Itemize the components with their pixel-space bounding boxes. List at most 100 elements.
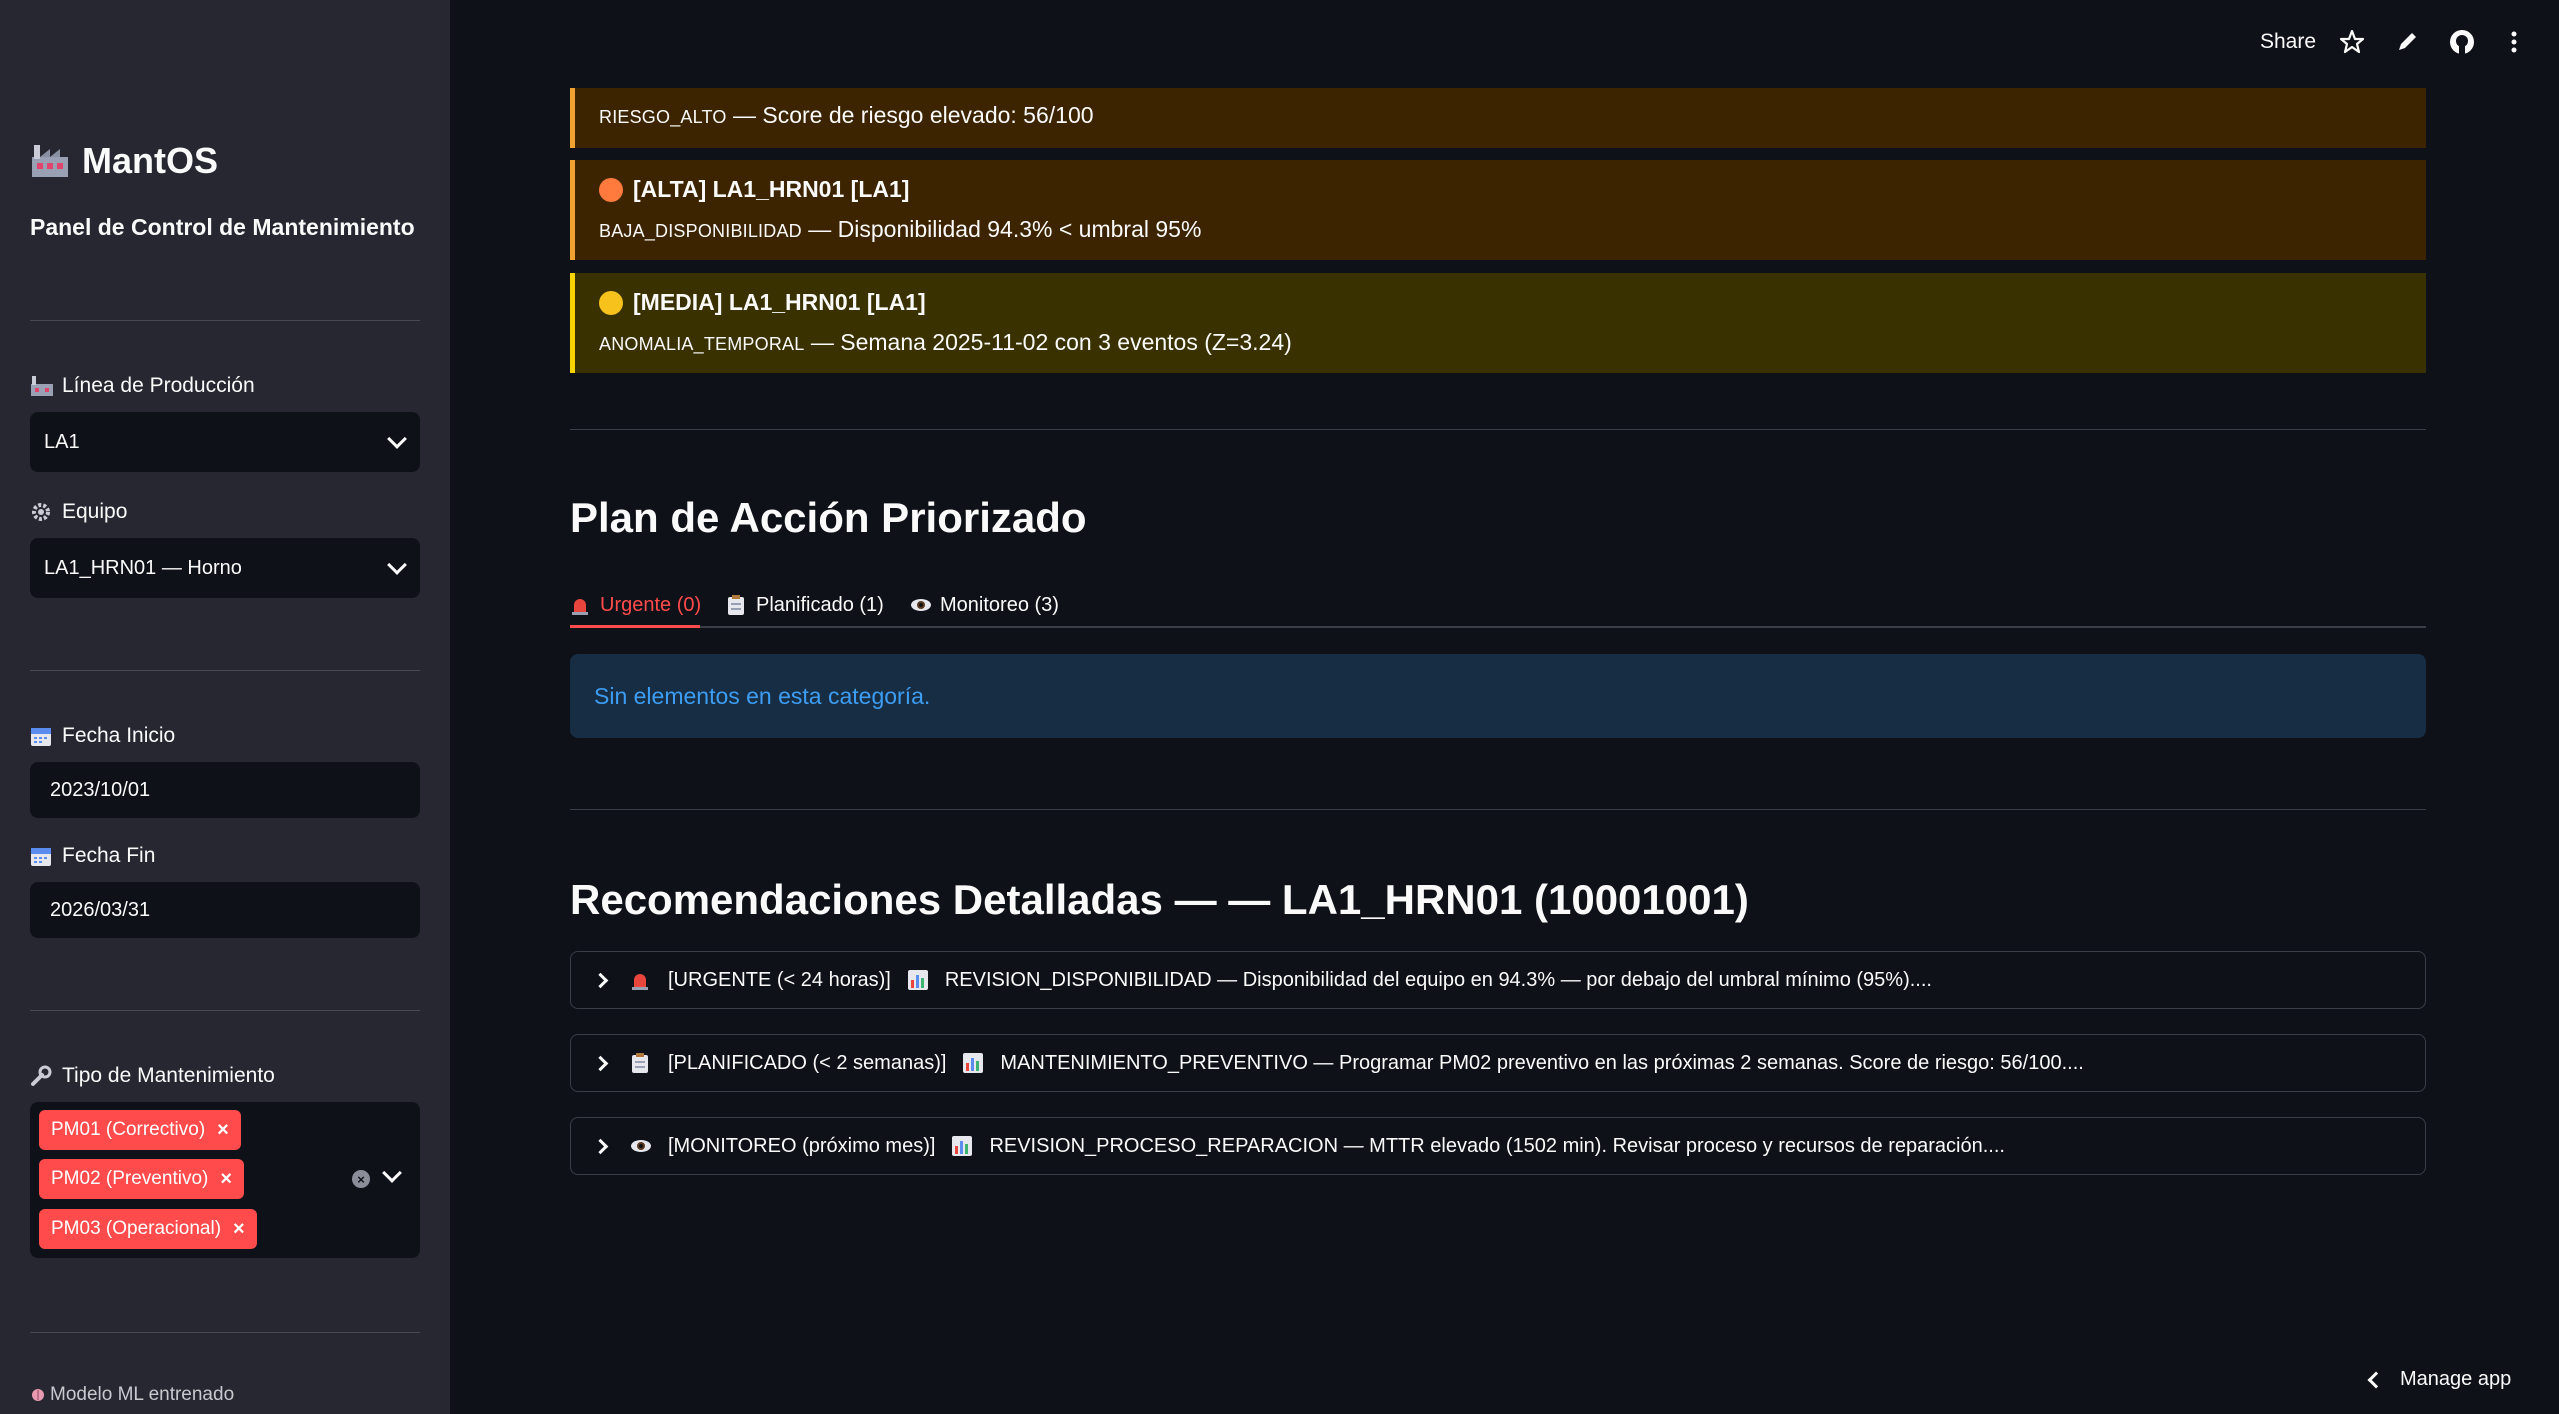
recommendation-expander[interactable]: [URGENTE (< 24 horas)] REVISION_DISPONIB… <box>570 951 2426 1009</box>
alert-title: [ALTA] LA1_HRN01 [LA1] <box>599 176 909 203</box>
chevron-right-icon <box>592 1055 609 1071</box>
main-content: RIESGO_ALTO — Score de riesgo elevado: 5… <box>450 0 2559 1414</box>
chevron-right-icon <box>592 1138 609 1154</box>
alert-code: RIESGO_ALTO <box>599 107 727 127</box>
wrench-icon <box>30 1065 54 1087</box>
factory-icon <box>30 375 54 397</box>
model-status-text: Modelo ML entrenado <box>50 1384 235 1405</box>
brand: MantOS <box>30 140 218 182</box>
equipment-label-text: Equipo <box>62 500 128 523</box>
bar-chart-icon <box>907 969 929 991</box>
end-date-label: Fecha Fin <box>30 844 155 868</box>
sidebar: MantOS Panel de Control de Mantenimiento… <box>0 0 450 1414</box>
alert-body: RIESGO_ALTO — Score de riesgo elevado: 5… <box>599 102 1094 129</box>
chevron-right-icon <box>592 972 609 988</box>
alert-code: BAJA_DISPONIBILIDAD <box>599 221 802 241</box>
start-date-label: Fecha Inicio <box>30 724 175 748</box>
tab-label: Planificado (1) <box>756 593 884 616</box>
siren-icon <box>630 969 652 991</box>
empty-info-box: Sin elementos en esta categoría. <box>570 654 2426 738</box>
alert-code: ANOMALIA_TEMPORAL <box>599 334 805 354</box>
close-icon[interactable]: × <box>233 1218 245 1241</box>
share-button[interactable]: Share <box>2260 30 2316 54</box>
tab-urgente[interactable]: Urgente (0) <box>570 582 701 628</box>
line-label: Línea de Producción <box>30 374 255 398</box>
brain-icon <box>30 1387 46 1403</box>
clipboard-icon <box>726 594 748 616</box>
star-icon[interactable] <box>2338 28 2366 56</box>
alert-text: — Semana 2025-11-02 con 3 eventos (Z=3.2… <box>804 329 1292 355</box>
sidebar-divider <box>30 670 420 671</box>
equipment-select-value: LA1_HRN01 — Horno <box>44 556 242 579</box>
tab-active-indicator <box>570 625 700 628</box>
alert-title: [MEDIA] LA1_HRN01 [LA1] <box>599 289 926 316</box>
alert-body: BAJA_DISPONIBILIDAD — Disponibilidad 94.… <box>599 216 1201 243</box>
section-divider <box>570 809 2426 810</box>
edit-icon[interactable] <box>2393 28 2421 56</box>
start-date-input[interactable]: 2023/10/01 <box>30 762 420 818</box>
chevron-left-icon <box>2367 1371 2385 1388</box>
factory-icon <box>30 143 70 179</box>
maint-type-tag[interactable]: PM02 (Preventivo) × <box>39 1159 245 1199</box>
close-icon[interactable]: × <box>220 1168 232 1191</box>
siren-icon <box>570 594 592 616</box>
manage-app-label: Manage app <box>2400 1368 2512 1390</box>
bar-chart-icon <box>951 1135 973 1157</box>
start-date-label-text: Fecha Inicio <box>62 724 176 747</box>
orange-circle-icon <box>599 177 623 202</box>
chevron-down-icon[interactable] <box>382 1163 402 1183</box>
tab-label: Urgente (0) <box>600 593 702 616</box>
line-select-value: LA1 <box>44 430 80 453</box>
calendar-icon <box>30 845 54 867</box>
app-subtitle: Panel de Control de Mantenimiento <box>30 214 415 240</box>
recommendation-expander[interactable]: [PLANIFICADO (< 2 semanas)] MANTENIMIENT… <box>570 1034 2426 1092</box>
recommendation-priority: [URGENTE (< 24 horas)] <box>668 968 891 991</box>
top-header: Share <box>450 0 2559 88</box>
line-select[interactable]: LA1 <box>30 412 420 472</box>
chevron-down-icon <box>387 429 407 449</box>
maint-type-label: Tipo de Mantenimiento <box>30 1064 275 1088</box>
bar-chart-icon <box>962 1052 984 1074</box>
github-icon[interactable] <box>2448 28 2476 56</box>
more-menu-icon[interactable] <box>2500 28 2528 56</box>
recommendation-detail: MANTENIMIENTO_PREVENTIVO — Programar PM0… <box>1000 1051 2084 1074</box>
maint-type-tag[interactable]: PM01 (Correctivo) × <box>39 1110 241 1150</box>
yellow-circle-icon <box>599 290 623 315</box>
maint-type-tag[interactable]: PM03 (Operacional) × <box>39 1209 257 1249</box>
clear-all-icon[interactable]: × <box>352 1170 370 1188</box>
tab-planificado[interactable]: Planificado (1) <box>726 582 884 628</box>
tag-label: PM01 (Correctivo) <box>51 1119 206 1140</box>
action-plan-tabs: Urgente (0) Planificado (1) Monitoreo (3… <box>570 582 2426 628</box>
end-date-input[interactable]: 2026/03/31 <box>30 882 420 938</box>
alert-card: [MEDIA] LA1_HRN01 [LA1] ANOMALIA_TEMPORA… <box>570 273 2426 373</box>
end-date-label-text: Fecha Fin <box>62 844 156 867</box>
alert-text: — Disponibilidad 94.3% < umbral 95% <box>801 216 1202 242</box>
equipment-select[interactable]: LA1_HRN01 — Horno <box>30 538 420 598</box>
maint-type-multiselect[interactable]: PM01 (Correctivo) × PM02 (Preventivo) × … <box>30 1102 420 1258</box>
recommendation-priority: [MONITOREO (próximo mes)] <box>668 1134 936 1157</box>
sidebar-divider <box>30 1010 420 1011</box>
sidebar-divider <box>30 1332 420 1333</box>
recommendation-detail: REVISION_PROCESO_REPARACION — MTTR eleva… <box>989 1134 2005 1157</box>
tab-monitoreo[interactable]: Monitoreo (3) <box>910 582 1059 628</box>
clipboard-icon <box>630 1052 652 1074</box>
alert-title-text: [MEDIA] LA1_HRN01 [LA1] <box>633 289 926 315</box>
tag-label: PM03 (Operacional) <box>51 1218 222 1239</box>
eye-icon <box>910 594 932 616</box>
model-status: Modelo ML entrenado <box>30 1384 234 1406</box>
close-icon[interactable]: × <box>217 1119 229 1142</box>
section-divider <box>570 429 2426 430</box>
chevron-down-icon <box>387 555 407 575</box>
eye-icon <box>630 1135 652 1157</box>
tab-label: Monitoreo (3) <box>940 593 1059 616</box>
action-plan-heading: Plan de Acción Priorizado <box>570 494 1087 541</box>
manage-app-button[interactable]: Manage app <box>2367 1368 2512 1391</box>
alert-card: [ALTA] LA1_HRN01 [LA1] BAJA_DISPONIBILID… <box>570 160 2426 260</box>
tag-label: PM02 (Preventivo) <box>51 1168 209 1189</box>
alert-body: ANOMALIA_TEMPORAL — Semana 2025-11-02 co… <box>599 329 1292 356</box>
line-label-text: Línea de Producción <box>62 374 255 397</box>
recommendation-detail: REVISION_DISPONIBILIDAD — Disponibilidad… <box>944 968 1932 991</box>
recommendation-priority: [PLANIFICADO (< 2 semanas)] <box>668 1051 947 1074</box>
recommendation-expander[interactable]: [MONITOREO (próximo mes)] REVISION_PROCE… <box>570 1117 2426 1175</box>
alert-title-text: [ALTA] LA1_HRN01 [LA1] <box>633 176 910 202</box>
